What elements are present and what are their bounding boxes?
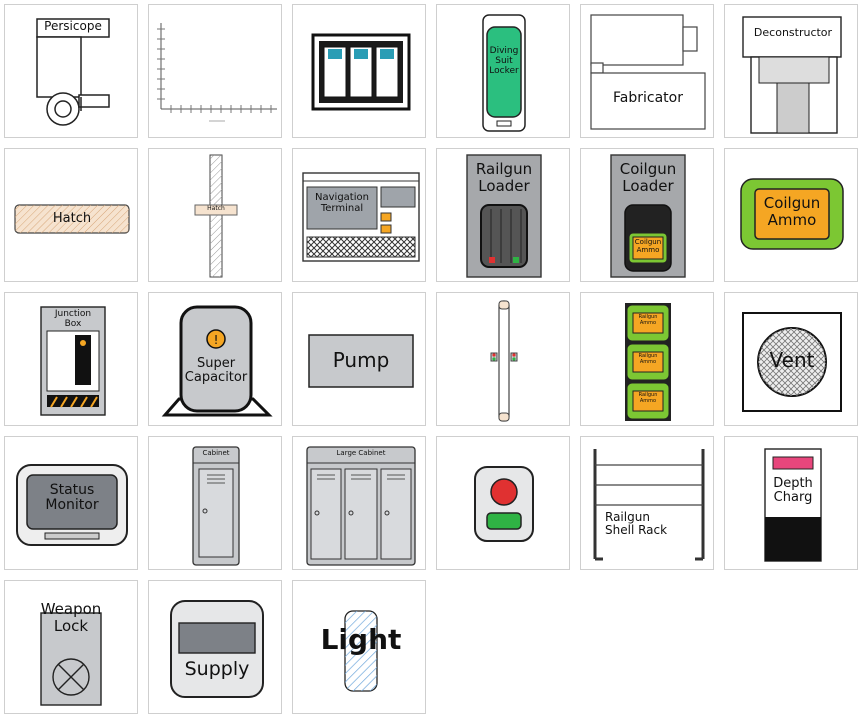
coilgun-loader-ammo-label: Coilgun Ammo xyxy=(634,238,662,254)
tile-railgun-loader[interactable]: Railgun Loader xyxy=(436,148,570,282)
tile-button[interactable] xyxy=(436,436,570,570)
coilgun-ammo-label: Coilgun Ammo xyxy=(763,194,821,229)
battery-panel-icon xyxy=(311,33,411,111)
tile-pump[interactable]: Pump xyxy=(292,292,426,426)
tile-railgun-shell-rack[interactable]: Railgun Shell Rack xyxy=(580,436,714,570)
deconstructor-icon xyxy=(742,16,842,134)
tile-weapon-lock[interactable]: Weapon Lock xyxy=(4,580,138,714)
status-monitor-label: Status Monitor xyxy=(45,482,99,514)
tile-status-monitor[interactable]: Status Monitor xyxy=(4,436,138,570)
railgun-shell-rack-icon xyxy=(593,449,705,561)
tile-railgun-ammo-stack[interactable]: Railgun Ammo Railgun Ammo Railgun Ammo xyxy=(580,292,714,426)
tile-battery-panel[interactable] xyxy=(292,4,426,138)
sonar-chart-icon xyxy=(157,23,277,122)
supply-icon xyxy=(170,600,264,698)
pump-label: Pump xyxy=(332,348,390,372)
periscope-label: Persicope xyxy=(44,19,102,33)
vertical-hatch-label: Hatch xyxy=(207,205,225,212)
coilgun-loader-label: Coilgun Loader xyxy=(619,160,677,195)
tile-vent[interactable]: Vent xyxy=(724,292,858,426)
hatch-label: Hatch xyxy=(52,211,92,226)
deconstructor-label: Deconstructor xyxy=(753,26,833,39)
weapon-lock-label: Weapon Lock xyxy=(40,600,102,635)
tile-navigation-terminal[interactable]: Navigation Terminal xyxy=(292,148,426,282)
tile-fabricator[interactable]: Fabricator xyxy=(580,4,714,138)
large-cabinet-label: Large Cabinet xyxy=(336,449,386,457)
fabricator-label: Fabricator xyxy=(613,90,683,106)
junction-box-label: Junction Box xyxy=(54,309,92,329)
railgun-shell-rack-label: Railgun Shell Rack xyxy=(605,510,668,538)
tile-sonar-chart[interactable] xyxy=(148,4,282,138)
vertical-hatch-icon xyxy=(194,154,238,278)
tile-coilgun-ammo[interactable]: Coilgun Ammo xyxy=(724,148,858,282)
tile-coilgun-loader[interactable]: Coilgun Loader Coilgun Ammo xyxy=(580,148,714,282)
depth-charge-label: Depth Charg xyxy=(773,476,813,506)
component-palette-grid: Persicope Diving Suit Locker Fabricator … xyxy=(4,4,864,720)
svg-text:!: ! xyxy=(214,333,219,347)
tile-vertical-hatch[interactable]: Hatch xyxy=(148,148,282,282)
tile-large-cabinet[interactable]: Large Cabinet xyxy=(292,436,426,570)
tile-door[interactable] xyxy=(436,292,570,426)
tile-junction-box[interactable]: Junction Box xyxy=(4,292,138,426)
railgun-ammo-label-1: Railgun Ammo xyxy=(638,314,658,326)
tile-supply[interactable]: Supply xyxy=(148,580,282,714)
tile-light[interactable]: Light xyxy=(292,580,426,714)
supply-label: Supply xyxy=(184,658,250,680)
navigation-terminal-icon xyxy=(302,172,420,262)
railgun-loader-label: Railgun Loader xyxy=(475,160,533,195)
navigation-terminal-label: Navigation Terminal xyxy=(315,192,369,214)
light-label: Light xyxy=(320,623,402,656)
vent-label: Vent xyxy=(769,348,815,372)
railgun-ammo-label-2: Railgun Ammo xyxy=(638,353,658,365)
tile-depth-charge[interactable]: Depth Charg xyxy=(724,436,858,570)
tile-periscope[interactable]: Persicope xyxy=(4,4,138,138)
tile-deconstructor[interactable]: Deconstructor xyxy=(724,4,858,138)
cabinet-label: Cabinet xyxy=(202,449,230,457)
fabricator-icon xyxy=(590,14,706,130)
door-icon xyxy=(490,300,518,422)
tile-hatch[interactable]: Hatch xyxy=(4,148,138,282)
diving-suit-locker-label: Diving Suit Locker xyxy=(489,46,519,76)
tile-cabinet[interactable]: Cabinet xyxy=(148,436,282,570)
tile-super-capacitor[interactable]: ! Super Capacitor xyxy=(148,292,282,426)
railgun-ammo-label-3: Railgun Ammo xyxy=(638,392,658,404)
tile-diving-suit-locker[interactable]: Diving Suit Locker xyxy=(436,4,570,138)
button-icon xyxy=(474,466,534,542)
super-capacitor-label: Super Capacitor xyxy=(184,356,248,386)
